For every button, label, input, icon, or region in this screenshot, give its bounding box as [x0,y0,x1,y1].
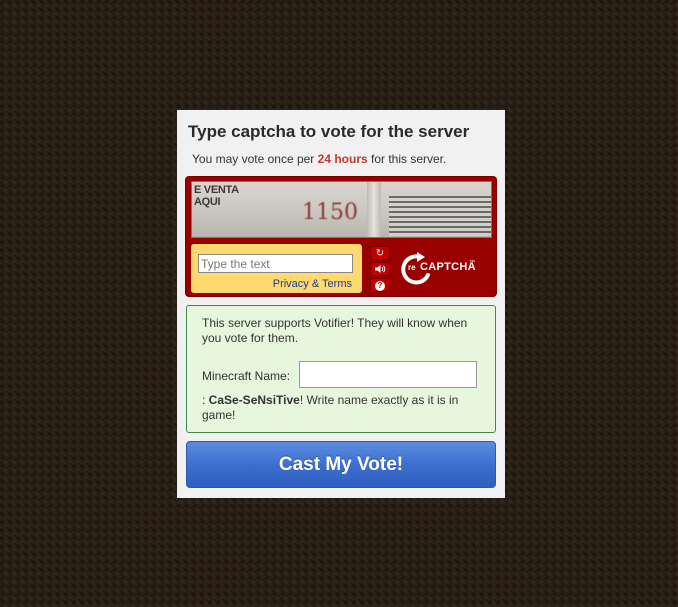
subtitle-post: for this server. [367,152,447,166]
recaptcha-logo: re CAPTCHA ™ [398,249,478,289]
vote-title: Type captcha to vote for the server [188,122,470,141]
captcha-image: E VENTA AQUI 1150 [191,181,492,238]
audio-icon[interactable] [370,262,390,276]
vote-panel: Type captcha to vote for the server You … [177,110,505,498]
help-icon-glyph: ? [375,281,385,291]
refresh-icon[interactable]: ↻ [370,246,390,260]
captcha-response-box: Privacy & Terms [191,244,362,293]
vote-interval: 24 hours [317,152,368,166]
captcha-image-post [367,182,381,237]
subtitle-pre: You may vote once per [192,152,318,166]
votifier-box: This server supports Votifier! They will… [186,305,496,433]
help-icon[interactable]: ? [370,278,390,292]
captcha-tools: ↻ ? [370,246,390,294]
captcha-response-input[interactable] [198,254,353,273]
votifier-info: This server supports Votifier! They will… [202,316,468,345]
captcha-image-stripes [389,196,491,236]
privacy-terms-link[interactable]: Privacy & Terms [273,278,352,290]
recaptcha-widget: E VENTA AQUI 1150 Privacy & Terms ↻ ? [185,176,497,297]
minecraft-name-input[interactable] [299,361,477,388]
captcha-image-sign-text: E VENTA AQUI [194,184,239,208]
case-sensitive-warning: : CaSe-SeNsiTive! Write name exactly as … [202,393,477,423]
cast-vote-button[interactable]: Cast My Vote! [186,441,496,488]
minecraft-name-label: Minecraft Name: [202,369,291,383]
recaptcha-logo-tm: ™ [469,260,475,266]
vote-subtitle: You may vote once per 24 hours for this … [192,152,446,166]
warning-bold: CaSe-SeNsiTive [208,393,300,407]
recaptcha-logo-prefix: re [408,263,416,272]
warning-pre: : [202,393,209,407]
recaptcha-logo-text: CAPTCHA [420,261,476,273]
captcha-image-number: 1150 [302,200,358,225]
